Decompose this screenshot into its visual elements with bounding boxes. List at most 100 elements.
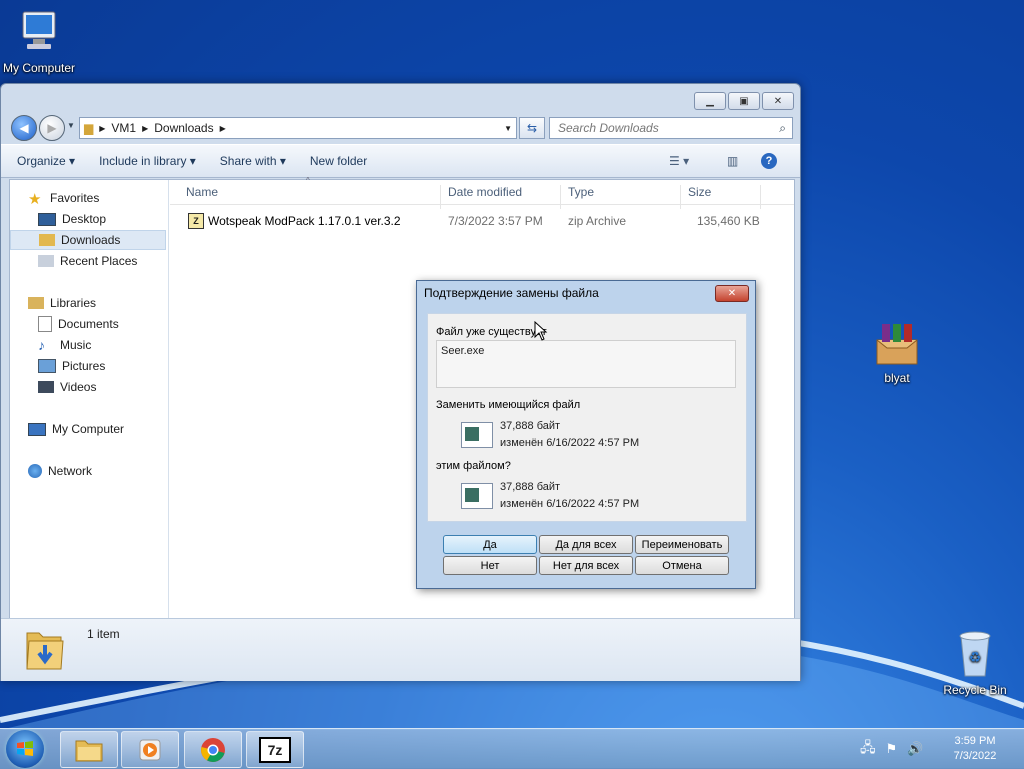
column-header-date[interactable]: Date modified	[448, 185, 522, 199]
nav-item-pictures[interactable]: Pictures	[38, 356, 105, 376]
back-button[interactable]: ◀	[11, 115, 37, 141]
nav-item-recent-places[interactable]: Recent Places	[38, 251, 137, 271]
cancel-button[interactable]: Отмена	[635, 556, 729, 575]
desktop-icon-my-computer[interactable]: My Computer	[0, 8, 84, 75]
rename-button[interactable]: Переименовать	[635, 535, 729, 554]
search-icon[interactable]: ⌕	[779, 121, 786, 136]
file-date: 7/3/2022 3:57 PM	[448, 214, 543, 228]
search-placeholder: Search Downloads	[558, 121, 659, 135]
nav-libraries[interactable]: Libraries	[28, 293, 96, 313]
minimize-button[interactable]: ▁	[694, 92, 726, 110]
network-tray-icon[interactable]: 🖧	[860, 737, 876, 761]
system-clock[interactable]: 3:59 PM 7/3/2022	[940, 734, 1010, 764]
replace-existing-label: Заменить имеющийся файл	[436, 399, 581, 411]
yes-to-all-button[interactable]: Да для всех	[539, 535, 633, 554]
zip-archive-icon: Z	[188, 213, 204, 229]
navigation-pane: ★ Favorites Desktop Downloads Recent Pla…	[10, 180, 169, 618]
existing-file-info: 37,888 байт изменён 6/16/2022 4:57 PM	[500, 418, 639, 452]
nav-network[interactable]: Network	[28, 461, 92, 481]
no-button[interactable]: Нет	[443, 556, 537, 575]
nav-my-computer[interactable]: My Computer	[28, 419, 124, 439]
breadcrumb-item-downloads[interactable]: Downloads	[154, 121, 213, 135]
nav-item-videos[interactable]: Videos	[38, 377, 96, 397]
desktop-icon-blyat[interactable]: blyat	[852, 320, 942, 385]
archive-icon	[876, 324, 918, 365]
desktop-icon	[38, 212, 56, 226]
taskbar-explorer-button[interactable]	[60, 731, 118, 768]
new-folder-button[interactable]: New folder	[310, 154, 367, 168]
view-options-icon[interactable]: ☰ ▾	[669, 154, 689, 168]
media-player-icon	[139, 739, 161, 760]
taskbar-media-player-button[interactable]	[121, 731, 179, 768]
volume-icon[interactable]: 🔊	[907, 741, 923, 757]
organize-menu[interactable]: Organize ▾	[17, 154, 75, 168]
close-button[interactable]: ✕	[762, 92, 794, 110]
file-name: Wotspeak ModPack 1.17.0.1 ver.3.2	[208, 214, 401, 228]
desktop-icon-label: Recycle Bin	[943, 683, 1007, 697]
start-button[interactable]	[6, 730, 44, 768]
taskbar-7zip-button[interactable]: 7z	[246, 731, 304, 768]
address-dropdown-icon[interactable]: ▼	[504, 124, 512, 133]
recent-pages-dropdown-icon[interactable]: ▼	[67, 121, 75, 130]
nav-favorites[interactable]: ★ Favorites	[28, 188, 99, 208]
new-file-modified: изменён 6/16/2022 4:57 PM	[500, 498, 640, 510]
svg-text:♻: ♻	[969, 649, 982, 665]
pictures-icon	[38, 359, 56, 373]
help-icon[interactable]: ?	[761, 153, 777, 169]
sort-arrow-icon: ^	[306, 176, 310, 185]
breadcrumb-item-vm1[interactable]: VM1	[111, 121, 136, 135]
windows-logo-icon	[17, 741, 33, 756]
with-this-file-label: этим файлом?	[436, 460, 511, 472]
breadcrumb-separator-icon[interactable]: ▶	[220, 124, 226, 133]
replace-file-dialog: Подтверждение замены файла ✕ Файл уже су…	[416, 280, 756, 589]
recycle-bin-icon: ♻	[959, 631, 991, 677]
column-header-name[interactable]: Name	[186, 185, 218, 199]
network-icon	[28, 464, 42, 478]
command-bar: Organize ▾ Include in library ▾ Share wi…	[1, 144, 800, 178]
computer-icon	[22, 11, 56, 49]
taskbar-chrome-button[interactable]	[184, 731, 242, 768]
share-with-menu[interactable]: Share with ▾	[220, 154, 286, 168]
column-headers: Name ^ Date modified Type Size	[170, 176, 794, 209]
dialog-title: Подтверждение замены файла	[424, 286, 599, 300]
include-in-library-menu[interactable]: Include in library ▾	[99, 154, 196, 168]
forward-button[interactable]: ▶	[39, 115, 65, 141]
taskbar: 7z 🖧 ⚑ 🔊 3:59 PM 7/3/2022	[0, 728, 1024, 769]
preview-pane-icon[interactable]: ▥	[727, 154, 738, 168]
navigation-bar: ◀ ▶ ▼ ▆ ▶ VM1 ▶ Downloads ▶ ▼ ⇆ Search D…	[1, 112, 800, 144]
desktop-icon-label: My Computer	[2, 61, 76, 75]
breadcrumb-separator-icon[interactable]: ▶	[99, 124, 105, 133]
filename-box: Seer.exe	[436, 340, 736, 388]
folder-icon: ▆	[84, 121, 94, 135]
desktop-icon-recycle-bin[interactable]: ♻ Recycle Bin	[930, 630, 1020, 697]
mouse-cursor-icon	[534, 321, 548, 341]
nav-item-downloads[interactable]: Downloads	[10, 230, 166, 250]
new-file-size: 37,888 байт	[500, 481, 561, 493]
existing-file-size: 37,888 байт	[500, 420, 561, 432]
action-center-icon[interactable]: ⚑	[886, 741, 898, 757]
column-header-type[interactable]: Type	[568, 185, 594, 199]
new-file-icon	[461, 483, 493, 509]
dialog-titlebar[interactable]: Подтверждение замены файла ✕	[417, 281, 755, 305]
details-pane: 1 item	[1, 618, 800, 681]
search-input[interactable]: Search Downloads ⌕	[549, 117, 793, 139]
maximize-button[interactable]: ▣	[728, 92, 760, 110]
column-header-size[interactable]: Size	[688, 185, 711, 199]
refresh-button[interactable]: ⇆	[519, 117, 545, 139]
dialog-close-button[interactable]: ✕	[715, 285, 749, 302]
recent-places-icon	[38, 255, 54, 267]
no-to-all-button[interactable]: Нет для всех	[539, 556, 633, 575]
file-row[interactable]: Z Wotspeak ModPack 1.17.0.1 ver.3.2 7/3/…	[170, 210, 794, 232]
yes-button[interactable]: Да	[443, 535, 537, 554]
address-bar[interactable]: ▆ ▶ VM1 ▶ Downloads ▶ ▼	[79, 117, 517, 139]
computer-icon	[28, 422, 46, 436]
nav-item-documents[interactable]: Documents	[38, 314, 119, 334]
nav-item-desktop[interactable]: Desktop	[38, 209, 106, 229]
item-count: 1 item	[87, 627, 120, 641]
existing-file-modified: изменён 6/16/2022 4:57 PM	[500, 437, 640, 449]
window-titlebar[interactable]: ▁ ▣ ✕	[1, 84, 800, 112]
downloads-folder-icon	[39, 234, 55, 246]
breadcrumb-separator-icon[interactable]: ▶	[142, 124, 148, 133]
nav-item-music[interactable]: ♪ Music	[38, 335, 91, 355]
existing-file-icon	[461, 422, 493, 448]
